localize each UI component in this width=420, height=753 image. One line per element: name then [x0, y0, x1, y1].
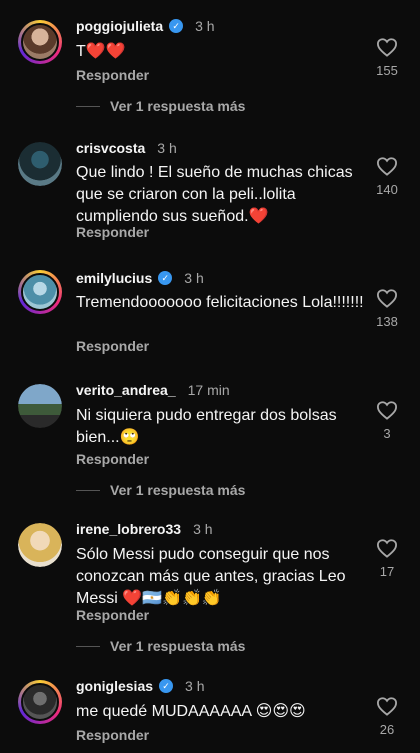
view-replies-label: Ver 1 respuesta más — [110, 482, 246, 498]
like-count: 3 — [383, 426, 391, 441]
view-replies-label: Ver 1 respuesta más — [110, 638, 246, 654]
verified-badge-icon: ✓ — [158, 271, 173, 285]
comment-text: Ni siquiera pudo entregar dos bolsas bie… — [76, 407, 337, 446]
timestamp: 3 h — [185, 678, 205, 694]
like-button[interactable]: 3 — [372, 400, 402, 441]
username[interactable]: poggiojulieta — [76, 18, 163, 34]
comment-text: Sólo Messi pudo conseguir que nos conozc… — [76, 546, 346, 607]
reply-button[interactable]: Responder — [76, 451, 149, 467]
avatar[interactable] — [18, 142, 62, 186]
like-button[interactable]: 26 — [372, 696, 402, 737]
avatar[interactable] — [18, 680, 62, 724]
timestamp: 3 h — [184, 270, 204, 286]
heart-icon — [376, 289, 398, 308]
reply-button[interactable]: Responder — [76, 338, 149, 354]
avatar[interactable] — [18, 270, 62, 314]
reply-button[interactable]: Responder — [76, 607, 149, 623]
username[interactable]: irene_lobrero33 — [76, 521, 181, 537]
like-count: 155 — [376, 63, 398, 78]
username[interactable]: crisvcosta — [76, 140, 145, 156]
view-replies-button[interactable]: Ver 1 respuesta más — [76, 98, 245, 114]
like-button[interactable]: 138 — [372, 288, 402, 329]
comment-text: T❤️❤️ — [76, 43, 126, 60]
timestamp: 3 h — [157, 140, 177, 156]
timestamp: 3 h — [193, 521, 213, 537]
avatar[interactable] — [18, 384, 62, 428]
avatar[interactable] — [18, 523, 62, 567]
like-button[interactable]: 17 — [372, 538, 402, 579]
verified-badge-icon: ✓ — [159, 679, 174, 693]
username[interactable]: emilylucius — [76, 270, 152, 286]
like-count: 26 — [379, 722, 395, 737]
username[interactable]: verito_andrea_ — [76, 382, 176, 398]
heart-icon — [376, 401, 398, 420]
verified-badge-icon: ✓ — [169, 19, 184, 33]
view-replies-button[interactable]: Ver 1 respuesta más — [76, 638, 245, 654]
reply-button[interactable]: Responder — [76, 67, 149, 83]
view-replies-label: Ver 1 respuesta más — [110, 98, 246, 114]
like-count: 138 — [376, 314, 398, 329]
like-count: 140 — [376, 182, 398, 197]
heart-icon — [376, 697, 398, 716]
reply-button[interactable]: Responder — [76, 224, 149, 240]
comment-text: Que lindo ! El sueño de muchas chicas qu… — [76, 164, 353, 225]
like-button[interactable]: 140 — [372, 156, 402, 197]
comment-text: me quedé MUDAAAAAA 😍😍😍 — [76, 703, 306, 720]
comment-text: Tremendooooooo felicitaciones Lola!!!!!!… — [76, 294, 364, 311]
reply-button[interactable]: Responder — [76, 727, 149, 743]
like-count: 17 — [379, 564, 395, 579]
timestamp: 17 min — [187, 382, 230, 398]
avatar[interactable] — [18, 20, 62, 64]
timestamp: 3 h — [195, 18, 215, 34]
like-button[interactable]: 155 — [372, 37, 402, 78]
heart-icon — [376, 38, 398, 57]
heart-icon — [376, 157, 398, 176]
view-replies-button[interactable]: Ver 1 respuesta más — [76, 482, 245, 498]
heart-icon — [376, 539, 398, 558]
username[interactable]: goniglesias — [76, 678, 153, 694]
